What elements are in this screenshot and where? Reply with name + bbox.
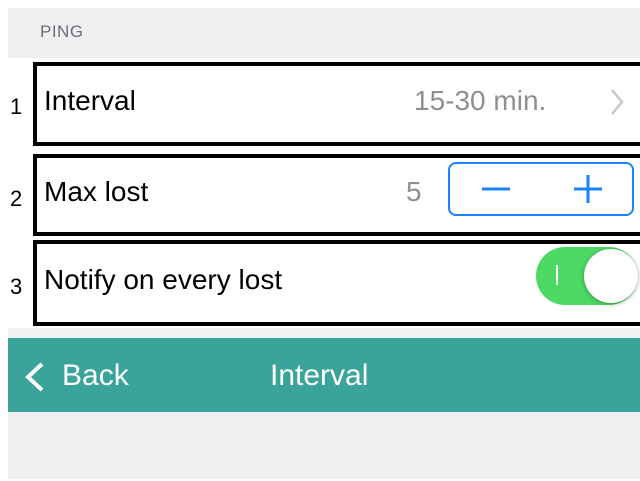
back-label: Back bbox=[62, 359, 129, 392]
minus-icon bbox=[482, 187, 510, 191]
settings-screen: PING 1 Interval 15-30 min. 2 Max lost 5 bbox=[8, 8, 640, 479]
toggle-on-indicator bbox=[556, 265, 558, 285]
nav-title: Interval bbox=[270, 359, 369, 392]
chevron-right-icon bbox=[611, 89, 624, 115]
row-number-1: 1 bbox=[10, 94, 23, 119]
increment-button[interactable] bbox=[542, 164, 632, 214]
interval-value: 15-30 min. bbox=[414, 85, 547, 116]
max-lost-value: 5 bbox=[406, 176, 422, 207]
content-area bbox=[8, 412, 640, 479]
table-footer-gap bbox=[8, 328, 640, 338]
notify-toggle[interactable] bbox=[536, 247, 638, 305]
chevron-left-icon bbox=[25, 362, 44, 392]
interval-label: Interval bbox=[44, 85, 136, 116]
plus-icon bbox=[574, 175, 602, 203]
interval-row[interactable]: 1 Interval 15-30 min. bbox=[8, 58, 640, 148]
navigation-bar: Back Interval bbox=[8, 338, 640, 412]
decrement-button[interactable] bbox=[450, 164, 542, 214]
max-lost-label: Max lost bbox=[44, 176, 149, 207]
notify-label: Notify on every lost bbox=[44, 264, 283, 295]
toggle-knob bbox=[584, 249, 638, 303]
max-lost-stepper[interactable] bbox=[448, 162, 634, 216]
section-header: PING bbox=[8, 8, 640, 58]
section-title: PING bbox=[40, 22, 84, 41]
row-number-3: 3 bbox=[10, 274, 23, 299]
row-number-2: 2 bbox=[10, 186, 23, 211]
